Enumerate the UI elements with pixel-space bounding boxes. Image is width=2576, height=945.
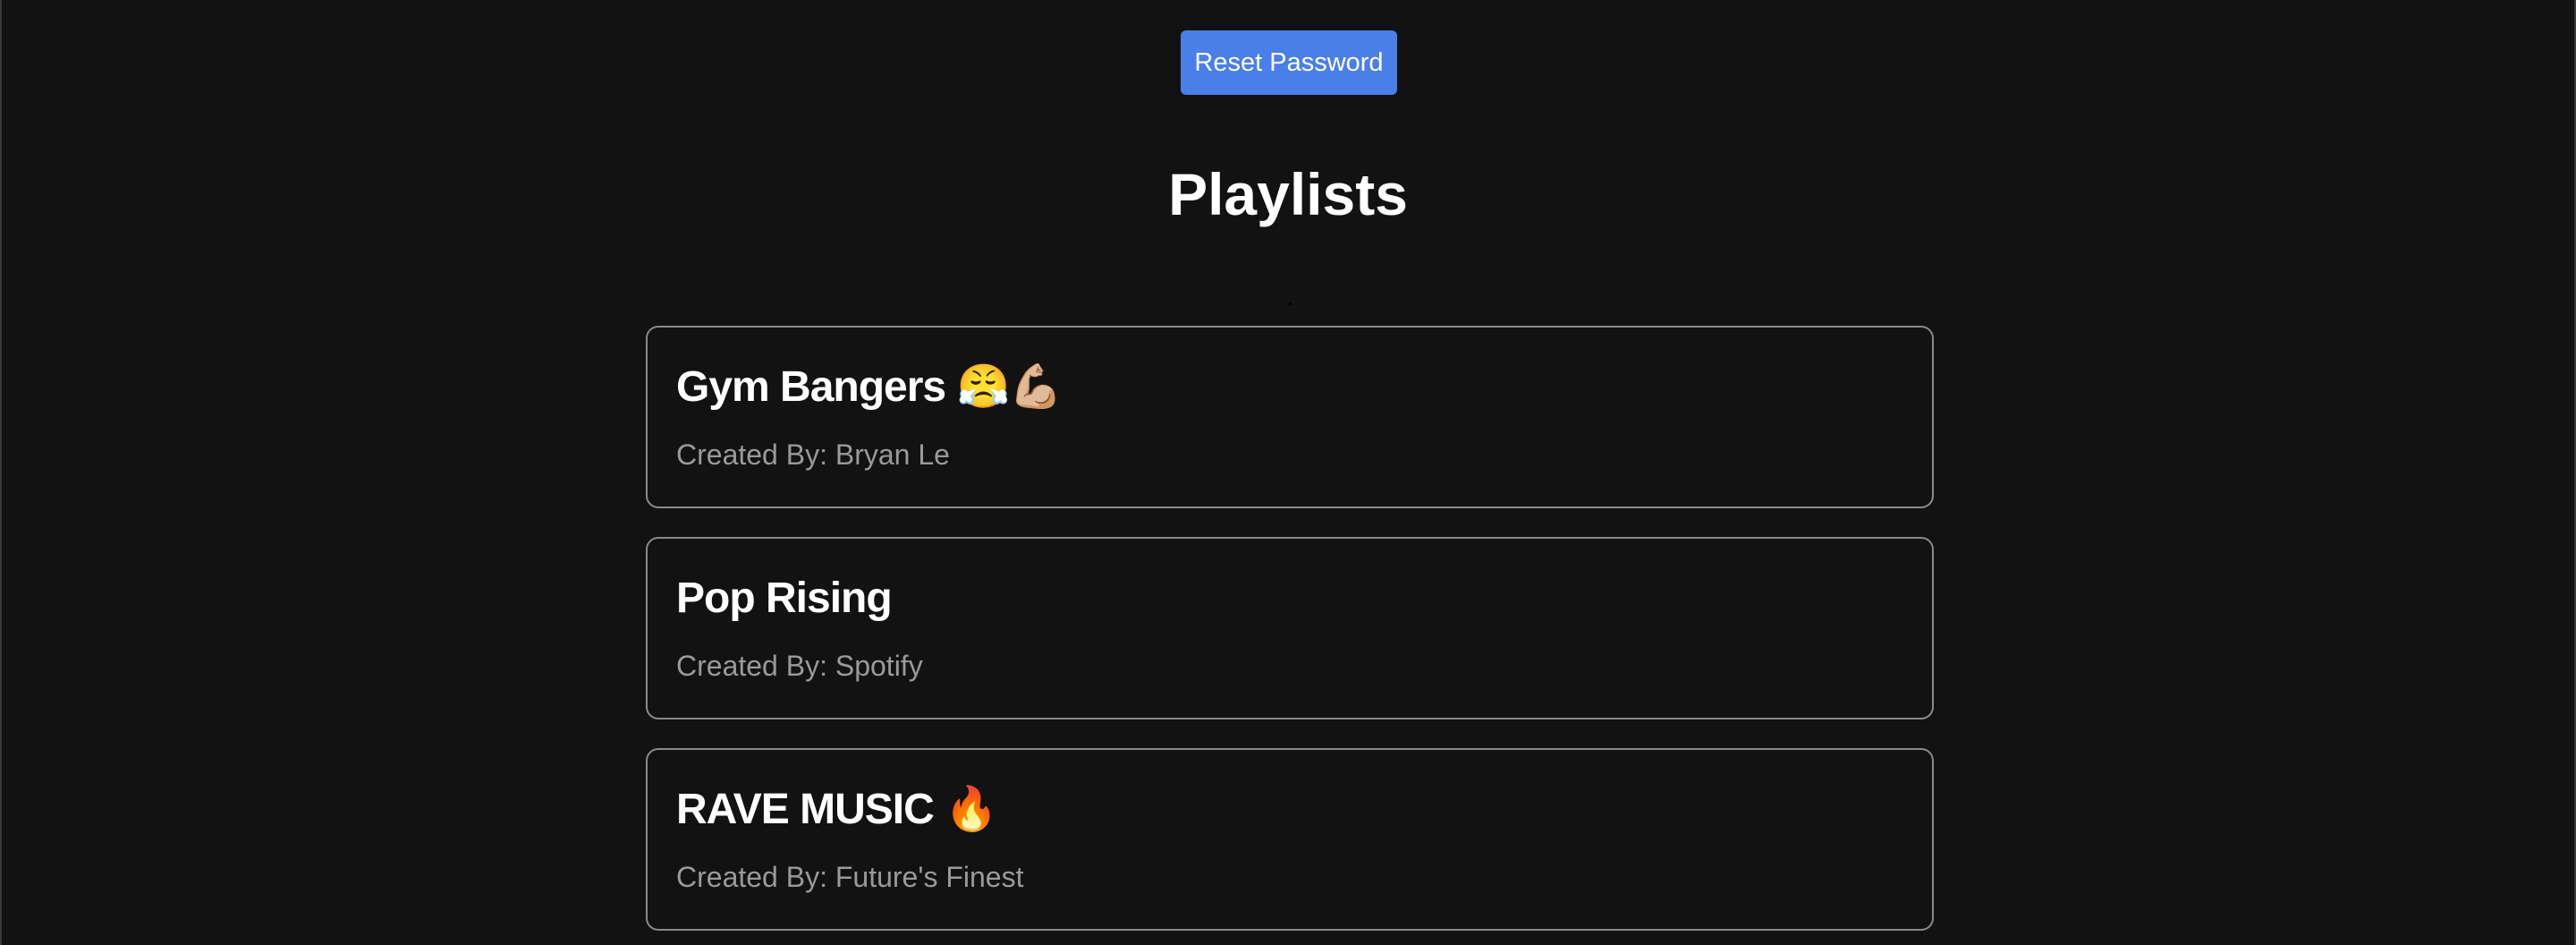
playlist-card[interactable]: Pop Rising Created By: Spotify bbox=[646, 537, 1934, 719]
playlist-creator: Created By: Bryan Le bbox=[676, 438, 950, 471]
playlist-card[interactable]: RAVE MUSIC 🔥 Created By: Future's Finest bbox=[646, 748, 1934, 931]
playlist-name: Pop Rising bbox=[676, 575, 893, 622]
playlist-card[interactable]: Gym Bangers 😤💪🏼 Created By: Bryan Le bbox=[646, 326, 1934, 508]
playlist-name: RAVE MUSIC 🔥 bbox=[676, 786, 998, 833]
playlist-list: Gym Bangers 😤💪🏼 Created By: Bryan Le Pop… bbox=[646, 326, 1934, 945]
decorative-dot bbox=[1289, 302, 1292, 305]
playlist-creator: Created By: Future's Finest bbox=[676, 861, 1024, 893]
reset-password-button[interactable]: Reset Password bbox=[1181, 30, 1397, 95]
page-title: Playlists bbox=[1168, 161, 1408, 227]
playlist-name: Gym Bangers 😤💪🏼 bbox=[676, 363, 1063, 411]
playlist-creator: Created By: Spotify bbox=[676, 650, 923, 682]
